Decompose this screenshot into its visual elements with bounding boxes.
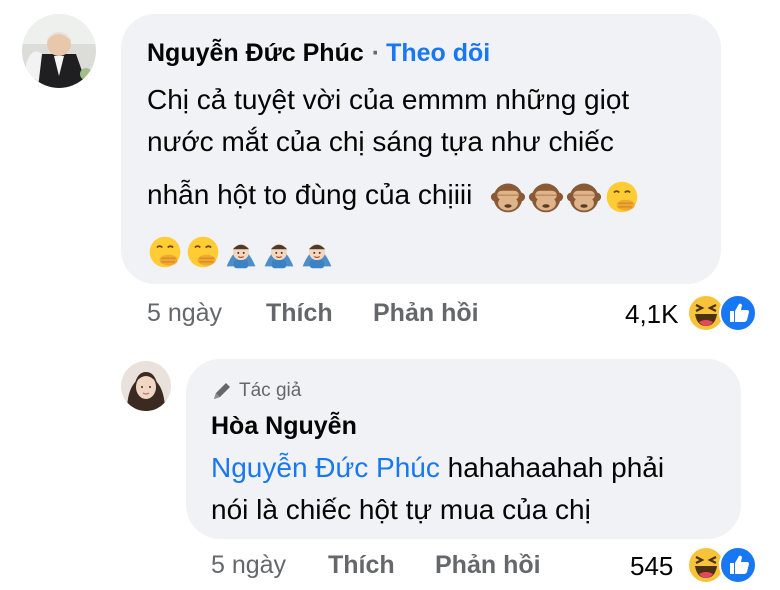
face-with-hand-over-mouth-icon xyxy=(604,179,640,215)
pencil-icon xyxy=(211,380,233,402)
like-button[interactable]: Thích xyxy=(266,299,333,328)
reply-timestamp[interactable]: 5 ngày xyxy=(211,551,286,580)
reaction-count[interactable]: 545 xyxy=(630,551,673,582)
comment-text-line-2: nước mắt của chị sáng tựa như chiếc xyxy=(147,126,614,157)
comment-timestamp[interactable]: 5 ngày xyxy=(147,299,222,328)
comment-text-line-3-text: nhẫn hột to đùng của chịiii xyxy=(147,179,473,210)
mention-link[interactable]: Nguyễn Đức Phúc xyxy=(211,452,440,483)
reply-button[interactable]: Phản hồi xyxy=(435,551,541,580)
reply-text-line-2: nói là chiếc hột tự mua của chị xyxy=(211,494,591,525)
follow-link[interactable]: Theo dõi xyxy=(386,39,490,67)
like-button[interactable]: Thích xyxy=(328,551,395,580)
see-no-evil-monkey-icon xyxy=(490,179,526,215)
reply-text-line-1: Nguyễn Đức Phúc hahahaahah phải xyxy=(211,446,664,490)
see-no-evil-monkey-icon xyxy=(566,179,602,215)
like-icon[interactable] xyxy=(718,545,758,590)
avatar-hoa-nguyen[interactable] xyxy=(121,361,171,411)
reply-button[interactable]: Phản hồi xyxy=(373,299,479,328)
see-no-evil-monkey-icon xyxy=(528,179,564,215)
reaction-count[interactable]: 4,1K xyxy=(625,299,679,330)
comment-emoji-line xyxy=(147,228,337,272)
comment-author-name[interactable]: Nguyễn Đức Phúc · Theo dõi xyxy=(147,39,490,68)
avatar-nguyen-duc-phuc[interactable] xyxy=(22,14,96,88)
separator-dot: · xyxy=(371,39,381,67)
reply-text-line-1-rest: hahahaahah phải xyxy=(439,452,665,483)
author-name-text[interactable]: Nguyễn Đức Phúc xyxy=(147,39,364,67)
author-badge-label: Tác giả xyxy=(239,380,302,402)
person-gesturing-ok-icon xyxy=(299,234,335,270)
person-gesturing-ok-icon xyxy=(261,234,297,270)
comment-text-line-3: nhẫn hột to đùng của chịiii xyxy=(147,173,642,217)
face-with-hand-over-mouth-icon xyxy=(147,234,183,270)
like-icon[interactable] xyxy=(718,293,758,338)
reply-author-name[interactable]: Hòa Nguyễn xyxy=(211,412,357,441)
person-gesturing-ok-icon xyxy=(223,234,259,270)
face-with-hand-over-mouth-icon xyxy=(185,234,221,270)
comment-text-line-1: Chị cả tuyệt vời của emmm những giọt xyxy=(147,84,630,115)
author-badge: Tác giả xyxy=(211,380,301,402)
